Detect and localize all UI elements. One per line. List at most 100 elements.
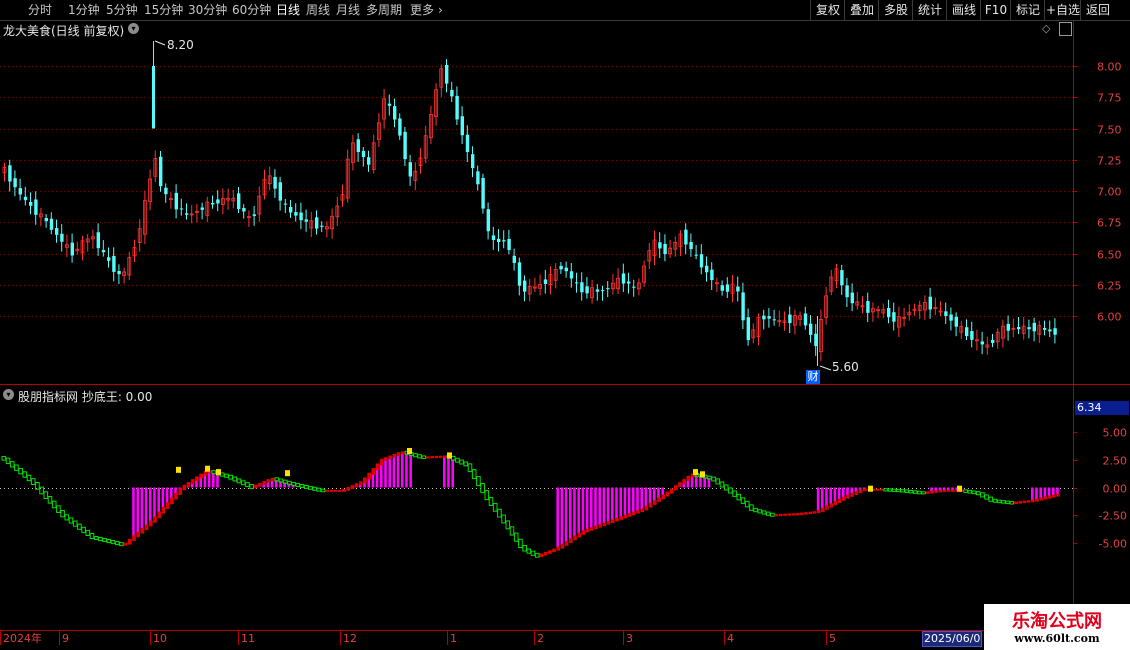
indicator-step-green [240, 480, 246, 486]
indicator-step-red [825, 505, 829, 510]
candle-body [887, 307, 891, 318]
indicator-step-green [81, 526, 86, 533]
candle-body [367, 157, 371, 165]
indicator-tick-label: 0.00 [1103, 483, 1128, 496]
candle-body [185, 213, 189, 215]
indicator-step-green [732, 490, 737, 497]
indicator-step-red [1035, 498, 1039, 502]
indicator-step-green [887, 488, 893, 492]
candle-body [949, 314, 953, 321]
indicator-bar [619, 487, 622, 518]
indicator-step-green [715, 478, 721, 485]
indicator-bar [590, 487, 593, 529]
indicator-bar [384, 458, 387, 488]
candle-body [356, 139, 360, 153]
indicator-bar [1052, 487, 1055, 496]
indicator-step-red [266, 479, 271, 483]
indicator-step-green [30, 478, 36, 486]
indicator-bar [392, 454, 396, 488]
indicator-step-green [224, 473, 229, 478]
price-tick-label: 7.75 [1097, 92, 1122, 105]
indicator-step-green [988, 496, 994, 502]
indicator-step-green [484, 490, 490, 501]
diamond-icon[interactable]: ◇ [1042, 22, 1050, 35]
indicator-peak-marker [868, 485, 873, 492]
indicator-step-red [674, 485, 678, 491]
candle-body [564, 267, 568, 272]
indicator-step-red [325, 489, 329, 492]
indicator-bar [594, 487, 597, 527]
candle-body [278, 182, 282, 201]
indicator-bar [140, 487, 144, 529]
candle-body [107, 257, 111, 261]
candle-body [174, 192, 178, 210]
indicator-step-green [971, 490, 977, 495]
price-tick-label: 7.25 [1097, 155, 1122, 168]
indicator-peak-marker [407, 447, 412, 454]
candle-body [96, 232, 100, 249]
indicator-step-green [85, 529, 91, 536]
indicator-bar [144, 487, 148, 526]
indicator-bar [821, 487, 824, 509]
indicator-step-red [401, 451, 405, 455]
high-pointer [154, 40, 166, 46]
indicator-step-green [232, 476, 238, 482]
indicator-step-red [594, 525, 598, 530]
indicator-step-green [320, 488, 326, 493]
indicator-step-red [270, 477, 275, 482]
indicator-step-red [161, 506, 166, 514]
indicator-step-red [938, 489, 943, 493]
candle-body [866, 301, 870, 313]
indicator-step-green [1001, 500, 1006, 504]
indicator-peak-marker [957, 485, 962, 492]
candle-body [450, 89, 454, 97]
indicator-peak-marker [447, 452, 452, 459]
indicator-step-red [564, 541, 569, 546]
indicator-step-red [367, 472, 371, 480]
indicator-step-red [951, 489, 955, 492]
candle-body [159, 156, 163, 187]
indicator-step-green [975, 491, 981, 496]
indicator-step-green [711, 476, 716, 482]
indicator-bar [627, 487, 631, 515]
indicator-step-green [883, 488, 889, 492]
candle-body [34, 199, 38, 215]
chevron-down-icon[interactable]: ▾ [128, 23, 139, 34]
indicator-step-green [228, 474, 233, 480]
candle-body [689, 241, 693, 250]
indicator-bar [632, 487, 635, 513]
indicator-step-green [963, 489, 968, 493]
indicator-bar [1039, 487, 1042, 499]
indicator-step-red [350, 485, 355, 489]
indicator-step-red [262, 480, 266, 485]
indicator-bar [569, 487, 572, 540]
indicator-step-red [1018, 501, 1022, 504]
indicator-step-red [632, 511, 636, 516]
indicator-step-green [723, 484, 729, 491]
indicator-step-red [178, 488, 182, 495]
chevron-down-icon[interactable]: ▾ [3, 389, 14, 400]
indicator-step-red [140, 527, 145, 534]
indicator-step-green [14, 464, 19, 471]
indicator-step-red [354, 483, 359, 488]
indicator-step-green [476, 476, 481, 487]
indicator-step-green [492, 502, 498, 512]
indicator-bar [1047, 487, 1051, 497]
x-tick-label: 10 [153, 632, 167, 645]
indicator-bar [451, 459, 454, 488]
indicator-step-green [992, 498, 998, 503]
window-toggle-icon[interactable] [1059, 22, 1072, 36]
indicator-bar [648, 487, 652, 504]
indicator-step-green [984, 494, 989, 500]
indicator-step-red [560, 543, 565, 549]
indicator-step-green [526, 548, 532, 554]
candle-body [403, 131, 407, 160]
indicator-step-red [342, 488, 346, 492]
indicator-step-green [93, 535, 99, 541]
candle-body [736, 286, 740, 292]
indicator-step-red [363, 477, 367, 484]
finance-event-badge[interactable]: 财 [806, 370, 820, 384]
indicator-step-green [421, 455, 427, 459]
candle-body [1043, 327, 1047, 330]
high-price-label: 8.20 [167, 38, 194, 52]
